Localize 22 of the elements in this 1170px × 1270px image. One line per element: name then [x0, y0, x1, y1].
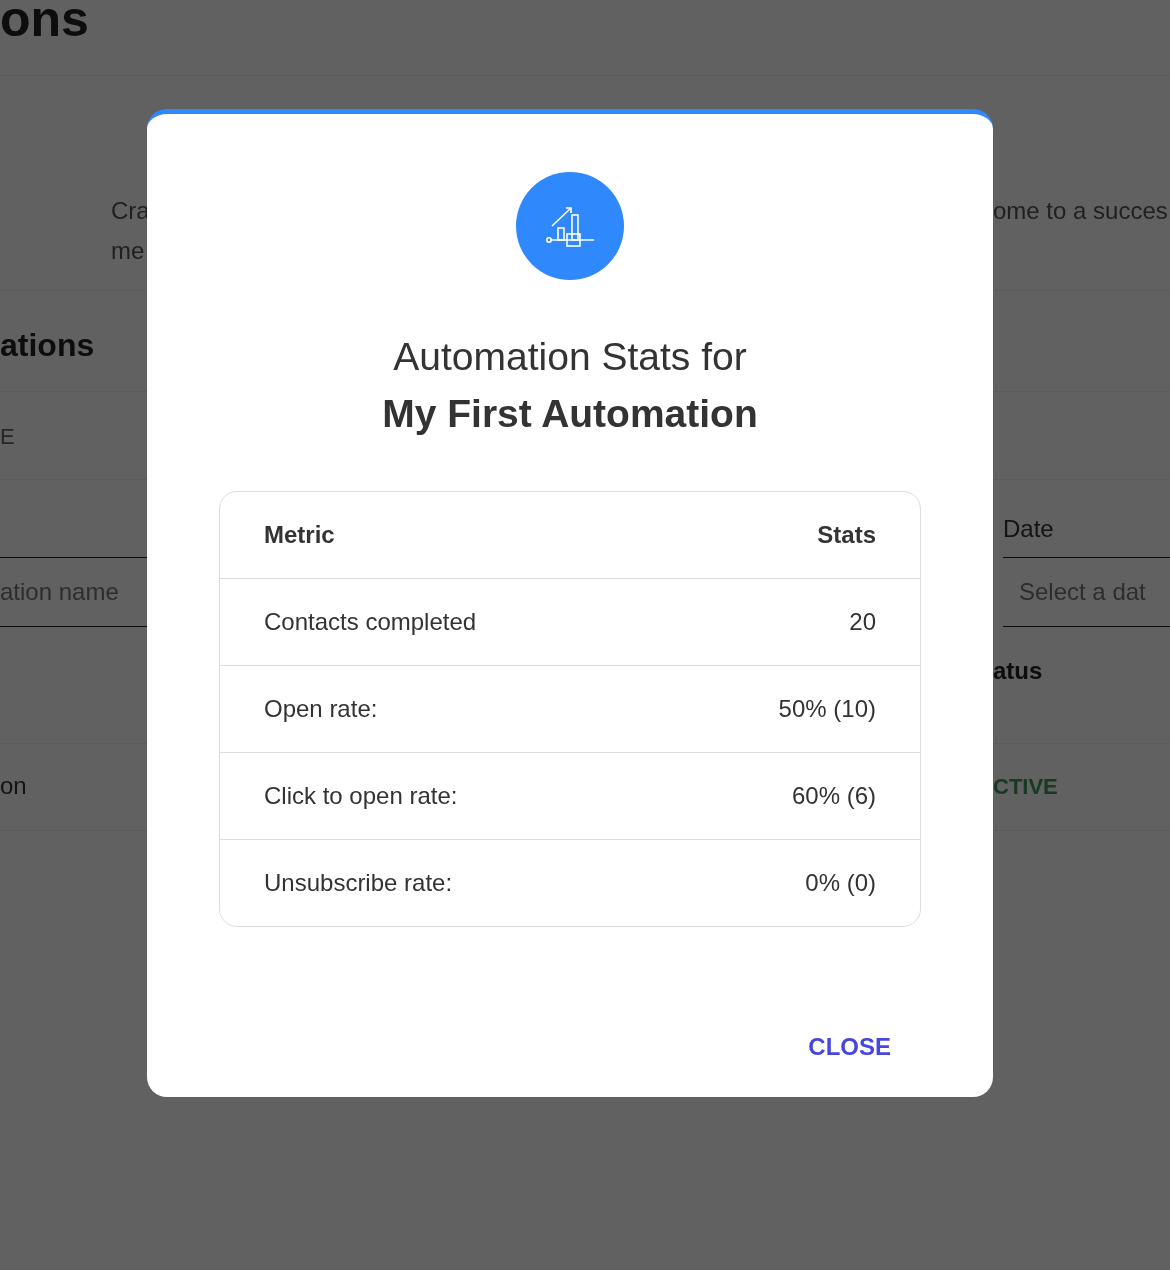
section-title: ations — [0, 327, 95, 365]
intro-text: ome to a succes — [993, 196, 1169, 226]
table-cell: Open rate: — [264, 695, 378, 723]
close-button[interactable]: CLOSE — [792, 1027, 907, 1067]
table-cell: 0% (0) — [805, 869, 876, 897]
table-cell: Click to open rate: — [264, 782, 458, 810]
column-header: Metric — [264, 521, 335, 549]
dialog-subtitle: My First Automation — [382, 391, 758, 437]
dialog-title: Automation Stats for — [393, 334, 747, 380]
table-cell: 50% (10) — [778, 695, 876, 723]
intro-text: me — [111, 236, 146, 266]
bar-chart-icon — [516, 172, 624, 280]
table-cell-text: on — [0, 772, 27, 801]
table-cell: 60% (6) — [791, 782, 876, 810]
status-label: CTIVE — [993, 774, 1058, 801]
table-cell: 20 — [849, 608, 876, 636]
date-label: Date — [1002, 515, 1054, 544]
page-heading: ons — [0, 0, 89, 49]
column-header: Stats — [817, 521, 876, 549]
table-cell: Contacts completed — [264, 608, 477, 636]
column-header: atus — [993, 657, 1043, 686]
table-cell: Unsubscribe rate: — [264, 869, 453, 897]
